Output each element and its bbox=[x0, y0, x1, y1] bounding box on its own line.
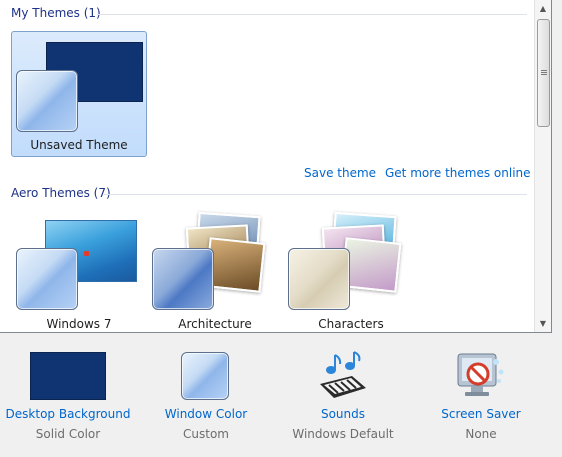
theme-gallery: My Themes (1) Unsaved Theme Save theme G… bbox=[0, 0, 552, 333]
solid-color-swatch-icon bbox=[30, 352, 106, 400]
sounds-label[interactable]: Sounds bbox=[278, 407, 408, 421]
sounds-icon bbox=[320, 351, 366, 398]
desktop-background-value: Solid Color bbox=[35, 427, 101, 441]
window-color-label[interactable]: Window Color bbox=[141, 407, 271, 421]
get-more-themes-link[interactable]: Get more themes online bbox=[385, 166, 531, 180]
screen-saver-label[interactable]: Screen Saver bbox=[416, 407, 546, 421]
windows-logo-icon bbox=[84, 251, 89, 256]
glass-preview-icon bbox=[16, 70, 78, 132]
theme-tile-unsaved[interactable]: Unsaved Theme bbox=[11, 31, 147, 157]
scroll-thumb[interactable] bbox=[537, 19, 550, 127]
theme-name: Characters bbox=[318, 317, 384, 331]
theme-tile-architecture[interactable]: Architecture bbox=[147, 211, 283, 332]
screen-saver-value: None bbox=[465, 427, 497, 441]
screen-saver-icon bbox=[457, 353, 504, 396]
glass-preview-icon bbox=[152, 248, 214, 310]
glass-preview-icon bbox=[288, 248, 350, 310]
theme-tile-windows-7[interactable]: Windows 7 bbox=[11, 212, 147, 332]
aero-themes-heading: Aero Themes (7) bbox=[11, 186, 111, 200]
my-themes-heading: My Themes (1) bbox=[11, 6, 101, 20]
glass-preview-icon bbox=[16, 248, 78, 310]
group-divider bbox=[104, 194, 527, 195]
grip-line bbox=[541, 70, 547, 71]
scroll-up-icon[interactable]: ▲ bbox=[535, 0, 551, 17]
theme-name: Unsaved Theme bbox=[30, 138, 128, 152]
grip-line bbox=[541, 72, 547, 73]
sounds-value: Windows Default bbox=[292, 427, 394, 441]
theme-tile-characters[interactable]: Characters bbox=[283, 211, 419, 332]
save-theme-link[interactable]: Save theme bbox=[304, 166, 376, 180]
desktop-background-label[interactable]: Desktop Background bbox=[3, 407, 133, 421]
scroll-down-icon[interactable]: ▼ bbox=[535, 315, 551, 332]
window-color-value: Custom bbox=[183, 427, 229, 441]
theme-name: Architecture bbox=[178, 317, 252, 331]
window-color-swatch-icon bbox=[181, 352, 229, 400]
group-divider bbox=[97, 14, 527, 15]
grip-line bbox=[541, 74, 547, 75]
theme-name: Windows 7 bbox=[46, 317, 112, 331]
vertical-scrollbar[interactable]: ▲ ▼ bbox=[534, 0, 551, 332]
